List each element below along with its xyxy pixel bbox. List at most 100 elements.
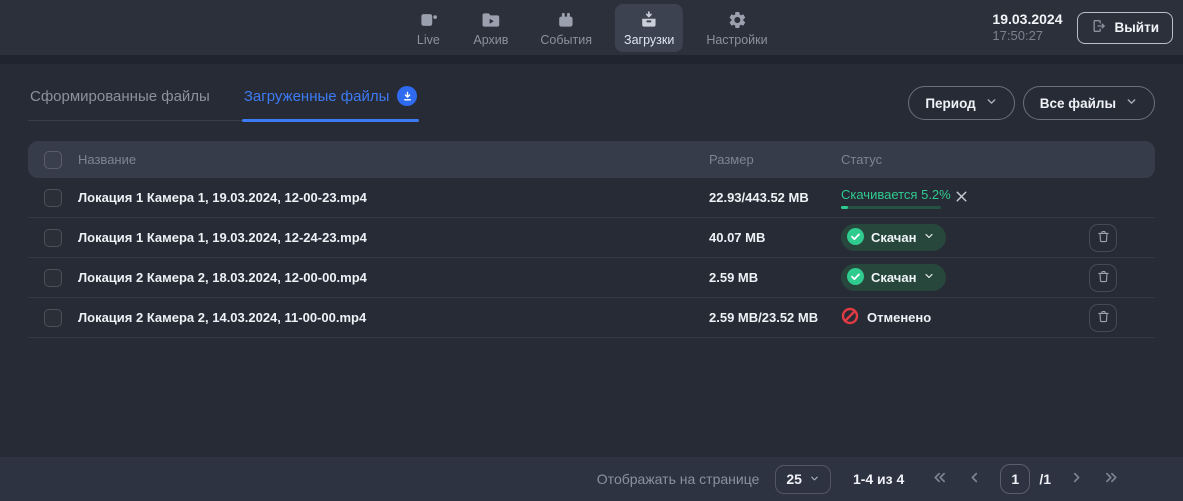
per-page-select[interactable]: 25 [775,465,831,494]
table-row: Локация 1 Камера 1, 19.03.2024, 12-00-23… [28,178,1155,218]
tab-downloaded-files[interactable]: Загруженные файлы [242,86,420,120]
row-checkbox[interactable] [44,229,62,247]
delete-button[interactable] [1089,304,1117,332]
downloads-table: Название Размер Статус Локация 1 Камера … [28,141,1155,338]
trash-icon [1096,229,1111,247]
progress-bar-track [841,206,941,209]
chevron-down-icon [985,95,998,111]
pagination: 1 /1 [930,464,1121,494]
delete-button[interactable] [1089,224,1117,252]
logout-button[interactable]: Выйти [1077,12,1174,44]
column-header-status: Статус [841,152,1089,167]
double-chevron-right-icon [1102,469,1121,489]
table-row: Локация 1 Камера 1, 19.03.2024, 12-24-23… [28,218,1155,258]
chevron-down-icon [923,270,935,285]
range-label: 1-4 из 4 [853,471,904,487]
tab-label: Сформированные файлы [30,88,210,105]
per-page-value: 25 [786,471,802,487]
time-label: 17:50:27 [992,28,1062,44]
file-name: Локация 1 Камера 1, 19.03.2024, 12-00-23… [78,190,709,205]
all-files-button[interactable]: Все файлы [1023,86,1155,120]
status-badge-label: Скачан [871,230,916,245]
nav-label: Загрузки [624,33,674,47]
table-header: Название Размер Статус [28,141,1155,178]
column-header-name: Название [78,152,709,167]
datetime-block: 19.03.2024 17:50:27 [992,11,1062,45]
close-icon [953,188,970,208]
all-files-label: Все файлы [1040,96,1116,111]
nav-item-events[interactable]: События [531,4,601,52]
download-status-text: Скачивается 5.2% [841,187,941,202]
gear-icon [726,10,747,30]
status-cancelled: Отменено [841,307,931,328]
download-progress: Скачивается 5.2% [841,187,941,209]
prev-page-button[interactable] [966,469,983,489]
file-name: Локация 2 Камера 2, 14.03.2024, 11-00-00… [78,310,709,325]
row-checkbox[interactable] [44,189,62,207]
logout-icon [1091,18,1108,37]
nav-label: Live [417,33,440,47]
events-icon [555,10,577,30]
status-badge-label: Скачан [871,270,916,285]
row-checkbox[interactable] [44,309,62,327]
status-badge-downloaded[interactable]: Скачан [841,224,946,251]
status-badge-downloaded[interactable]: Скачан [841,264,946,291]
downloads-icon [638,10,660,30]
progress-bar-fill [841,206,848,209]
date-label: 19.03.2024 [992,11,1062,29]
current-page: 1 [1011,471,1019,487]
topbar-divider [0,55,1183,64]
nav-label: Настройки [706,33,767,47]
filters: Период Все файлы [908,86,1155,120]
next-page-button[interactable] [1068,469,1085,489]
pagination-footer: Отображать на странице 25 1-4 из 4 1 /1 [0,457,1183,501]
archive-folder-icon [480,10,502,30]
chevron-down-icon [809,471,820,487]
tab-label: Загруженные файлы [244,88,390,105]
cancel-download-button[interactable] [951,186,972,210]
chevron-right-icon [1068,469,1085,489]
current-page-box[interactable]: 1 [1000,464,1030,494]
file-name: Локация 1 Камера 1, 19.03.2024, 12-24-23… [78,230,709,245]
delete-button[interactable] [1089,264,1117,292]
nav-item-settings[interactable]: Настройки [697,4,776,52]
trash-icon [1096,269,1111,287]
nav-item-archive[interactable]: Архив [464,4,517,52]
nav-label: События [540,33,592,47]
first-page-button[interactable] [930,469,949,489]
logout-label: Выйти [1115,20,1160,35]
chevron-down-icon [923,230,935,245]
double-chevron-left-icon [930,469,949,489]
nav-item-downloads[interactable]: Загрузки [615,4,683,52]
total-pages-label: /1 [1039,471,1051,487]
status-cancelled-label: Отменено [867,310,931,325]
last-page-button[interactable] [1102,469,1121,489]
file-size: 22.93/443.52 MB [709,190,841,205]
topbar: Live Архив События Загрузки Настройки [0,0,1183,55]
cancelled-icon [841,307,859,328]
tab-generated-files[interactable]: Сформированные файлы [28,86,212,120]
file-size: 2.59 MB [709,270,841,285]
check-circle-icon [847,228,864,248]
table-row: Локация 2 Камера 2, 18.03.2024, 12-00-00… [28,258,1155,298]
nav-item-live[interactable]: Live [406,4,450,52]
check-circle-icon [847,268,864,288]
table-row: Локация 2 Камера 2, 14.03.2024, 11-00-00… [28,298,1155,338]
chevron-down-icon [1125,95,1138,111]
file-size: 2.59 MB/23.52 MB [709,310,841,325]
column-header-size: Размер [709,152,841,167]
period-label: Период [925,96,975,111]
main-navigation: Live Архив События Загрузки Настройки [406,4,776,52]
file-tabs: Сформированные файлы Загруженные файлы [28,86,419,121]
per-page-label: Отображать на странице [597,471,760,487]
row-checkbox[interactable] [44,269,62,287]
camera-icon [417,10,439,30]
period-button[interactable]: Период [908,86,1014,120]
file-size: 40.07 MB [709,230,841,245]
chevron-left-icon [966,469,983,489]
download-badge-icon [397,86,417,106]
downloads-page: Сформированные файлы Загруженные файлы П… [0,64,1183,457]
file-name: Локация 2 Камера 2, 18.03.2024, 12-00-00… [78,270,709,285]
nav-label: Архив [473,33,508,47]
select-all-checkbox[interactable] [44,151,62,169]
